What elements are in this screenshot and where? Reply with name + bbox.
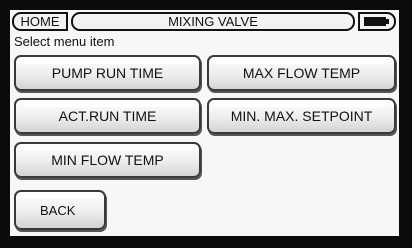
home-button[interactable]: HOME bbox=[12, 12, 68, 31]
act-run-time-label: ACT.RUN TIME bbox=[58, 108, 157, 124]
act-run-time-button[interactable]: ACT.RUN TIME bbox=[14, 98, 201, 134]
min-max-setpoint-label: MIN. MAX. SETPOINT bbox=[230, 108, 373, 124]
battery-tip bbox=[386, 19, 389, 24]
pump-run-time-button[interactable]: PUMP RUN TIME bbox=[14, 55, 201, 91]
device-bezel: HOME MIXING VALVE Select menu item PUMP … bbox=[0, 0, 412, 248]
pump-run-time-label: PUMP RUN TIME bbox=[51, 65, 164, 81]
min-max-setpoint-button[interactable]: MIN. MAX. SETPOINT bbox=[207, 98, 396, 134]
min-flow-temp-button[interactable]: MIN FLOW TEMP bbox=[14, 142, 201, 178]
max-flow-temp-label: MAX FLOW TEMP bbox=[242, 65, 361, 81]
instruction-text: Select menu item bbox=[14, 34, 115, 49]
back-button[interactable]: BACK bbox=[14, 190, 106, 230]
min-flow-temp-label: MIN FLOW TEMP bbox=[51, 152, 164, 168]
battery-indicator bbox=[358, 12, 396, 31]
page-title: MIXING VALVE bbox=[71, 12, 355, 31]
max-flow-temp-button[interactable]: MAX FLOW TEMP bbox=[207, 55, 396, 91]
lcd-screen: HOME MIXING VALVE Select menu item PUMP … bbox=[10, 10, 399, 236]
battery-icon bbox=[364, 17, 386, 26]
back-label: BACK bbox=[40, 202, 76, 218]
